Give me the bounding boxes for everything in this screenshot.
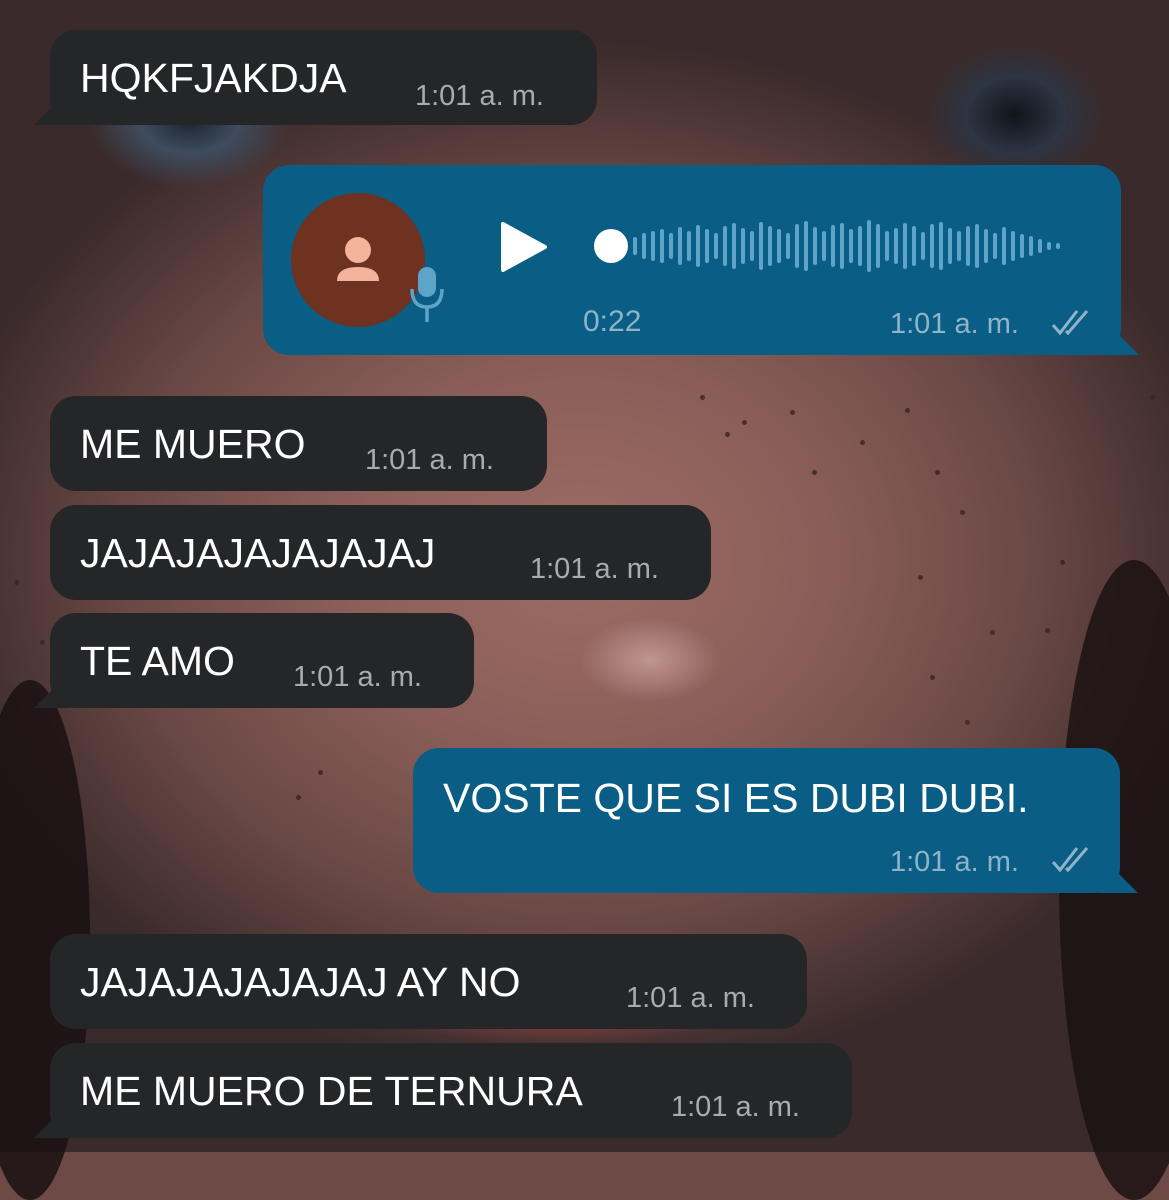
- waveform-bar: [993, 233, 997, 259]
- waveform-bar: [1029, 236, 1033, 256]
- waveform-bar: [912, 226, 916, 266]
- outgoing-message[interactable]: VOSTE QUE SI ES DUBI DUBI. 1:01 a. m.: [413, 748, 1138, 893]
- waveform-bar: [957, 231, 961, 261]
- play-icon[interactable]: [497, 220, 549, 274]
- waveform-bar: [759, 222, 763, 270]
- voice-duration: 0:22: [583, 305, 642, 338]
- message-text: ME MUERO DE TERNURA: [80, 1068, 583, 1114]
- message-time: 1:01 a. m.: [530, 553, 659, 585]
- waveform-bar: [795, 224, 799, 268]
- waveform-bar: [822, 231, 826, 261]
- waveform-bar: [750, 231, 754, 261]
- incoming-message[interactable]: ME MUERO DE TERNURA 1:01 a. m.: [34, 1043, 852, 1138]
- playback-position-knob[interactable]: [594, 229, 628, 263]
- waveform-bar: [1011, 231, 1015, 261]
- waveform-bar: [660, 229, 664, 263]
- message-time: 1:01 a. m.: [293, 661, 422, 693]
- waveform-bar: [678, 227, 682, 265]
- message-text: ME MUERO: [80, 421, 306, 467]
- waveform-bar: [894, 228, 898, 264]
- waveform-bar: [777, 229, 781, 263]
- waveform-bar: [642, 233, 646, 259]
- waveform-bar: [732, 223, 736, 269]
- waveform-bar: [696, 225, 700, 267]
- double-check-icon: [1051, 847, 1089, 873]
- waveform-bar: [1038, 239, 1042, 253]
- person-icon: [337, 237, 379, 281]
- waveform-bar: [975, 224, 979, 268]
- waveform-bar: [876, 224, 880, 268]
- waveform-bar: [831, 225, 835, 267]
- waveform-bar: [741, 228, 745, 264]
- waveform-bar: [714, 233, 718, 259]
- waveform-bar: [705, 229, 709, 263]
- waveform-bar: [1020, 234, 1024, 258]
- waveform-bar: [948, 228, 952, 264]
- waveform-bar: [813, 227, 817, 265]
- incoming-message[interactable]: JAJAJAJAJAJAJ AY NO 1:01 a. m.: [50, 934, 807, 1029]
- waveform-bar: [651, 231, 655, 261]
- incoming-message[interactable]: JAJAJAJAJAJAJAJ 1:01 a. m.: [50, 505, 711, 600]
- message-text: JAJAJAJAJAJAJAJ: [80, 530, 436, 576]
- microphone-icon: [410, 267, 444, 322]
- waveform-bar: [768, 226, 772, 266]
- waveform-bar: [1047, 242, 1051, 250]
- waveform-bar: [858, 226, 862, 266]
- message-time: 1:01 a. m.: [415, 80, 544, 112]
- waveform-bar: [930, 224, 934, 268]
- waveform-bar: [921, 232, 925, 260]
- waveform-bar: [939, 222, 943, 270]
- waveform-bar: [867, 220, 871, 272]
- waveform-bar: [786, 233, 790, 259]
- message-time: 1:01 a. m.: [365, 444, 494, 476]
- incoming-message[interactable]: ME MUERO 1:01 a. m.: [50, 396, 547, 491]
- message-text: HQKFJAKDJA: [80, 55, 347, 101]
- waveform-bar: [1002, 227, 1006, 265]
- waveform-bar: [804, 221, 808, 271]
- voice-waveform[interactable]: [593, 213, 1073, 278]
- waveform-bar: [849, 229, 853, 263]
- waveform-bar: [984, 229, 988, 263]
- waveform-bar: [885, 231, 889, 261]
- double-check-icon: [1051, 310, 1089, 336]
- message-text: VOSTE QUE SI ES DUBI DUBI.: [443, 775, 1029, 821]
- message-time: 1:01 a. m.: [626, 982, 755, 1014]
- waveform-bar: [723, 226, 727, 266]
- waveform-bar: [669, 233, 673, 259]
- incoming-message[interactable]: HQKFJAKDJA 1:01 a. m.: [34, 30, 597, 125]
- message-time: 1:01 a. m.: [890, 308, 1019, 340]
- waveform-bar: [687, 231, 691, 261]
- waveform-bar: [633, 237, 637, 255]
- avatar: [291, 193, 425, 327]
- incoming-message[interactable]: TE AMO 1:01 a. m.: [34, 613, 474, 708]
- message-text: TE AMO: [80, 638, 235, 684]
- message-text: JAJAJAJAJAJAJ AY NO: [80, 959, 521, 1005]
- waveform-bar: [966, 226, 970, 266]
- waveform-bar: [1056, 243, 1060, 249]
- outgoing-voice-message[interactable]: 0:22 1:01 a. m.: [263, 165, 1139, 355]
- message-time: 1:01 a. m.: [671, 1091, 800, 1123]
- waveform-bar: [840, 223, 844, 269]
- waveform-bar: [903, 223, 907, 269]
- message-time: 1:01 a. m.: [890, 846, 1019, 878]
